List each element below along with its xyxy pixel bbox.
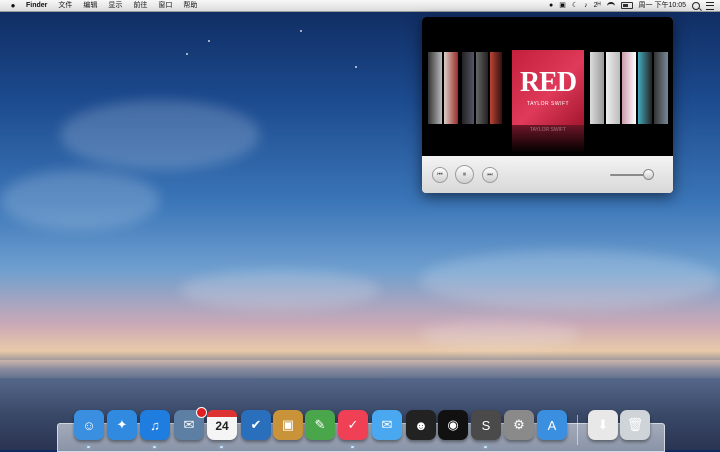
dock-calendar-icon[interactable]: 24 xyxy=(207,410,237,440)
dock-camera-icon[interactable]: ◉ xyxy=(438,410,468,440)
running-indicator xyxy=(87,446,90,448)
calendar-header xyxy=(207,410,237,417)
menu-window[interactable]: 窗口 xyxy=(158,0,172,11)
downloads-glyph: ⬇ xyxy=(597,417,609,432)
safari-glyph: ✦ xyxy=(116,417,128,432)
trash-glyph: 🗑 xyxy=(626,417,644,432)
dock-safari-icon[interactable]: ✦ xyxy=(107,410,137,440)
dock-reminders-icon[interactable]: ✔ xyxy=(241,410,271,440)
star xyxy=(186,53,188,55)
itunes-glyph: ♫ xyxy=(150,417,160,433)
calendar-day: 24 xyxy=(215,419,229,433)
dock-stuffit-icon[interactable]: ▣ xyxy=(273,410,303,440)
pause-icon: ⏸ xyxy=(462,170,467,178)
menu-go[interactable]: 前往 xyxy=(133,0,147,11)
star xyxy=(355,66,357,68)
album-cover[interactable] xyxy=(606,52,620,124)
menubar-clock[interactable]: 周一 下午10:05 xyxy=(639,0,686,11)
album-cover[interactable] xyxy=(638,52,652,124)
cloud xyxy=(180,270,380,310)
pause-button[interactable]: ⏸ xyxy=(455,165,474,184)
menu-edit[interactable]: 编辑 xyxy=(83,0,97,11)
evernote-glyph: ✎ xyxy=(314,417,326,432)
camera-glyph: ◉ xyxy=(447,417,459,432)
dock-qq-icon[interactable]: ☻ xyxy=(406,410,436,440)
stuffit-glyph: ▣ xyxy=(281,417,295,432)
album-cover[interactable] xyxy=(490,52,502,124)
cover-flow[interactable]: RED TAYLOR SWIFT TAYLOR SWIFT xyxy=(422,17,673,156)
album-cover[interactable] xyxy=(476,52,488,124)
dock-mail-icon[interactable]: ✉ xyxy=(174,407,207,440)
dock-trash-icon[interactable]: 🗑 xyxy=(620,410,650,440)
qq-glyph: ☻ xyxy=(414,417,428,433)
dock-separator xyxy=(577,415,578,445)
running-indicator xyxy=(153,446,156,448)
mail-glyph: ✉ xyxy=(183,417,195,432)
system-preferences-glyph: ⚙ xyxy=(513,417,525,432)
album-cover[interactable] xyxy=(622,52,636,124)
running-indicator xyxy=(484,446,487,448)
apple-menu-icon[interactable]: ● xyxy=(8,0,18,11)
album-title: RED xyxy=(519,66,577,98)
running-indicator xyxy=(220,446,223,448)
messages-glyph: ✉ xyxy=(381,417,393,432)
cloud xyxy=(0,170,160,230)
sublime-glyph: S xyxy=(481,417,491,433)
menu-view[interactable]: 显示 xyxy=(108,0,122,11)
status-circle-icon[interactable]: ● xyxy=(549,0,553,11)
album-cover[interactable] xyxy=(654,52,668,124)
player-controls: ⏮ ⏸ ⏭ xyxy=(422,156,673,193)
volume-slider-knob[interactable] xyxy=(643,169,655,180)
spotlight-search-icon[interactable] xyxy=(692,1,700,10)
cloud xyxy=(420,250,720,310)
mail-badge xyxy=(196,407,207,418)
dock-pocket-icon[interactable]: ✓ xyxy=(338,410,368,440)
rewind-icon: ⏮ xyxy=(437,171,443,178)
star xyxy=(208,40,210,42)
notification-center-icon[interactable] xyxy=(706,1,714,10)
reminders-glyph: ✔ xyxy=(250,417,262,432)
dock-sublime-icon[interactable]: S xyxy=(471,410,501,440)
album-cover[interactable] xyxy=(462,52,474,124)
reflection-text: TAYLOR SWIFT xyxy=(529,127,567,133)
battery-icon[interactable] xyxy=(620,2,633,9)
running-indicator xyxy=(351,446,354,448)
wifi-icon[interactable] xyxy=(606,1,615,10)
menubar-status-area: ● ▣ ☾ ♪ 2ᴴ 周一 下午10:05 xyxy=(549,0,714,11)
cloud xyxy=(420,320,580,350)
star xyxy=(300,30,302,32)
menu-app-name[interactable]: Finder xyxy=(26,0,47,11)
pocket-glyph: ✓ xyxy=(347,417,359,432)
next-button[interactable]: ⏭ xyxy=(482,167,498,183)
menu-help[interactable]: 帮助 xyxy=(183,0,197,11)
app-store-glyph: A xyxy=(547,417,557,433)
dock-system-preferences-icon[interactable]: ⚙ xyxy=(504,410,534,440)
dock-messages-icon[interactable]: ✉ xyxy=(372,410,402,440)
previous-button[interactable]: ⏮ xyxy=(432,167,448,183)
album-cover[interactable] xyxy=(590,52,604,124)
album-reflection: TAYLOR SWIFT xyxy=(512,125,584,153)
menu-file[interactable]: 文件 xyxy=(58,0,72,11)
cloud xyxy=(60,100,260,170)
volume-icon[interactable]: ♪ xyxy=(584,0,588,11)
bluetooth-icon[interactable]: 2ᴴ xyxy=(594,0,601,11)
dock-app-store-icon[interactable]: A xyxy=(537,410,567,440)
dock-finder-icon[interactable]: ☺ xyxy=(74,410,104,440)
album-artist: TAYLOR SWIFT xyxy=(526,100,570,107)
dock-itunes-icon[interactable]: ♫ xyxy=(140,410,170,440)
current-album-cover[interactable]: RED TAYLOR SWIFT xyxy=(512,50,584,125)
finder-glyph: ☺ xyxy=(82,417,96,433)
dock-downloads-icon[interactable]: ⬇ xyxy=(588,410,618,440)
itunes-mini-player: RED TAYLOR SWIFT TAYLOR SWIFT ⏮ ⏸ ⏭ xyxy=(422,17,673,193)
album-cover[interactable] xyxy=(444,52,458,124)
fast-forward-icon: ⏭ xyxy=(487,171,493,178)
status-night-icon[interactable]: ☾ xyxy=(572,0,578,11)
dock-evernote-icon[interactable]: ✎ xyxy=(305,410,335,440)
menubar: ● Finder 文件 编辑 显示 前往 窗口 帮助 ● ▣ ☾ ♪ 2ᴴ 周一… xyxy=(0,0,720,12)
status-display-icon[interactable]: ▣ xyxy=(559,0,566,11)
album-cover[interactable] xyxy=(428,52,442,124)
